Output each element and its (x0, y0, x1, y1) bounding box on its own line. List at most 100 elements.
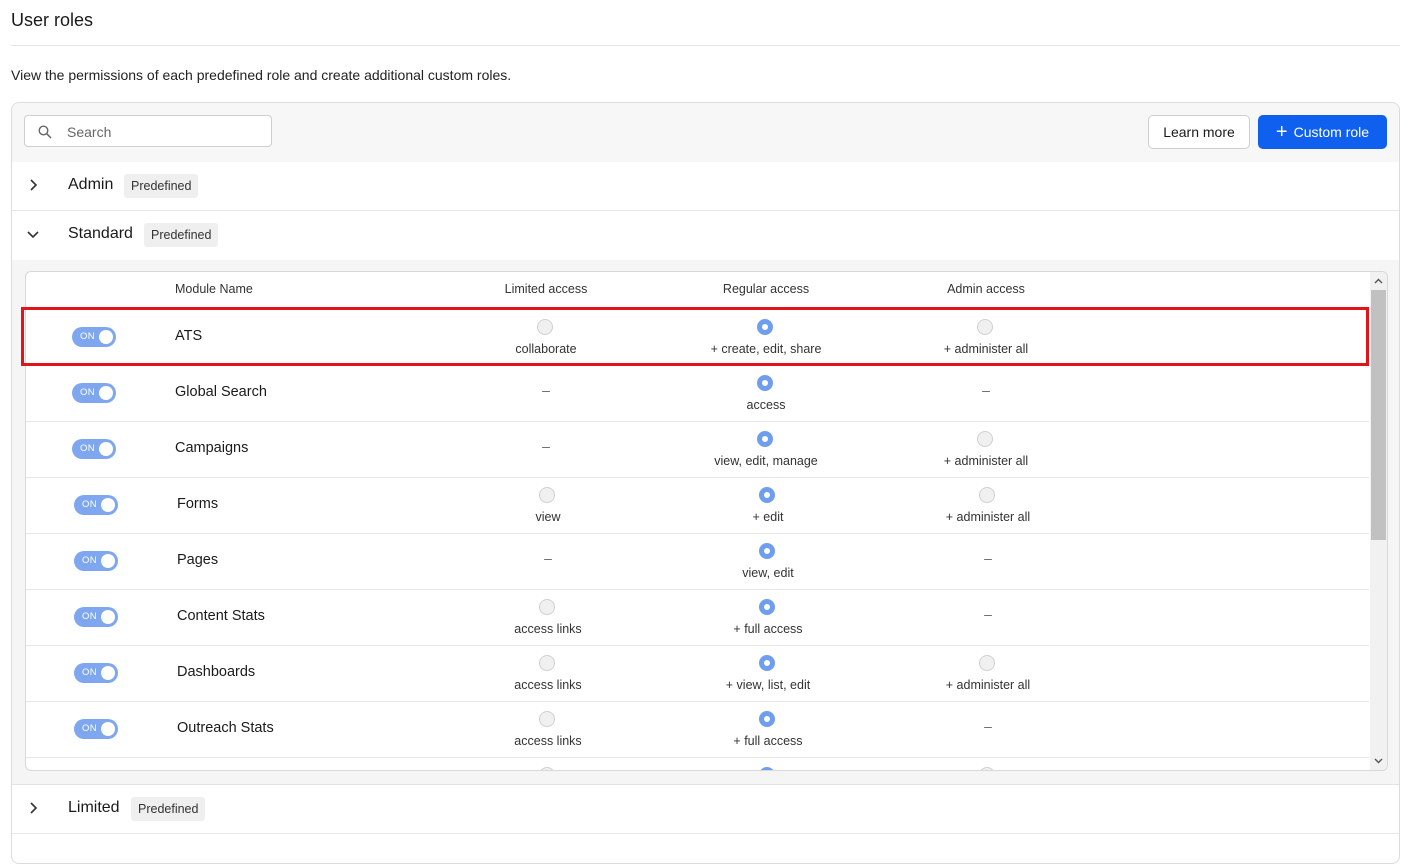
limited-access-cell: access links (463, 702, 633, 757)
limited-access-cell: view (463, 478, 633, 533)
limited-access-radio[interactable] (539, 487, 555, 503)
role-name: Limited (68, 799, 120, 816)
chevron-right-icon[interactable] (26, 178, 40, 192)
regular-access-radio[interactable] (759, 487, 775, 503)
scroll-up-icon[interactable] (1373, 276, 1384, 287)
module-toggle[interactable]: ON (72, 439, 116, 459)
scrollbar[interactable] (1370, 272, 1387, 770)
regular-access-radio[interactable] (757, 375, 773, 391)
module-toggle[interactable]: ON (72, 383, 116, 403)
role-row-standard[interactable]: Standard Predefined (12, 211, 1399, 259)
limited-access-radio[interactable] (539, 711, 555, 727)
module-name: Content Stats (177, 608, 265, 624)
learn-more-button[interactable]: Learn more (1148, 115, 1250, 149)
limited-access-label: collaborate (515, 342, 577, 356)
regular-access-label: view, edit, manage (714, 454, 818, 468)
module-row: ON Forms view + edit + administer all (26, 478, 1369, 534)
limited-access-radio[interactable] (537, 319, 553, 335)
regular-access-label: + full access (733, 622, 803, 636)
module-name: Dashboards (177, 664, 256, 680)
chevron-right-icon[interactable] (26, 801, 40, 815)
column-header-module: Module Name (175, 282, 253, 296)
module-toggle[interactable]: ON (74, 719, 118, 739)
limited-access-cell: – (463, 534, 633, 589)
admin-access-label: + administer all (943, 454, 1029, 468)
admin-access-cell: + administer all (903, 646, 1073, 701)
toggle-label: ON (80, 387, 95, 398)
admin-access-cell: – (903, 702, 1073, 757)
module-toggle[interactable]: ON (74, 495, 118, 515)
modules-table: Module Name Limited access Regular acces… (25, 271, 1388, 771)
toggle-knob (101, 610, 115, 624)
module-row: ON (26, 758, 1369, 770)
admin-access-label: + administer all (945, 510, 1031, 524)
regular-access-cell: + create, edit, share (681, 310, 851, 365)
module-toggle[interactable]: ON (74, 607, 118, 627)
admin-access-radio[interactable] (977, 319, 993, 335)
role-name: Admin (68, 176, 114, 193)
toggle-knob (99, 442, 113, 456)
scroll-down-icon[interactable] (1373, 755, 1384, 766)
module-name: ATS (175, 328, 203, 344)
page-title: User roles (11, 10, 94, 30)
role-row-admin[interactable]: Admin Predefined (12, 162, 1399, 211)
admin-access-cell: + administer all (903, 478, 1073, 533)
search-input[interactable] (65, 121, 264, 143)
module-toggle[interactable]: ON (74, 663, 118, 683)
admin-access-cell: + administer all (901, 310, 1071, 365)
regular-access-radio[interactable] (759, 655, 775, 671)
chevron-down-icon[interactable] (26, 227, 40, 241)
regular-access-radio[interactable] (759, 543, 775, 559)
module-name: Forms (177, 496, 219, 512)
regular-access-radio[interactable] (757, 431, 773, 447)
regular-access-cell (683, 758, 853, 770)
search-box[interactable] (24, 115, 272, 147)
role-row-limited[interactable]: Limited Predefined (12, 784, 1399, 834)
not-applicable-dash: – (542, 438, 550, 454)
regular-access-radio[interactable] (757, 319, 773, 335)
module-toggle[interactable]: ON (74, 551, 118, 571)
toggle-label: ON (82, 723, 97, 734)
admin-access-radio[interactable] (979, 767, 995, 770)
regular-access-radio[interactable] (759, 599, 775, 615)
limited-access-label: access links (514, 734, 582, 748)
module-name: Campaigns (175, 440, 249, 456)
regular-access-cell: + view, list, edit (683, 646, 853, 701)
not-applicable-dash: – (982, 382, 990, 398)
admin-access-radio[interactable] (977, 431, 993, 447)
admin-access-cell: + administer all (901, 422, 1071, 477)
column-header-regular: Regular access (722, 282, 810, 296)
column-header-admin: Admin access (947, 282, 1025, 296)
admin-access-cell (903, 758, 1073, 770)
custom-role-button[interactable]: + Custom role (1258, 115, 1387, 149)
predefined-badge: Predefined (144, 223, 219, 247)
module-row: ON Outreach Stats access links + full acces… (26, 702, 1369, 758)
roles-toolbar: Learn more + Custom role (12, 103, 1399, 163)
admin-access-radio[interactable] (979, 655, 995, 671)
not-applicable-dash: – (542, 382, 550, 398)
module-row: ON ATS collaborate + create, edit, share + a… (26, 310, 1369, 366)
regular-access-radio[interactable] (759, 711, 775, 727)
scrollbar-thumb[interactable] (1371, 290, 1386, 540)
predefined-badge: Predefined (131, 797, 206, 821)
toggle-knob (101, 498, 115, 512)
admin-access-cell: – (903, 534, 1073, 589)
regular-access-label: + create, edit, share (710, 342, 822, 356)
toggle-label: ON (82, 555, 97, 566)
limited-access-radio[interactable] (539, 599, 555, 615)
limited-access-radio[interactable] (539, 655, 555, 671)
not-applicable-dash: – (984, 718, 992, 734)
module-name: Outreach Stats (177, 720, 274, 736)
toggle-label: ON (82, 611, 97, 622)
toggle-knob (101, 554, 115, 568)
admin-access-radio[interactable] (979, 487, 995, 503)
toggle-label: ON (82, 499, 97, 510)
regular-access-cell: access (681, 366, 851, 421)
limited-access-radio[interactable] (539, 767, 555, 770)
regular-access-radio[interactable] (759, 767, 775, 770)
module-row: ON Dashboards access links + view, list, ed… (26, 646, 1369, 702)
module-toggle[interactable]: ON (72, 327, 116, 347)
limited-access-cell: access links (463, 590, 633, 645)
toggle-label: ON (80, 443, 95, 454)
regular-access-cell: + edit (683, 478, 853, 533)
